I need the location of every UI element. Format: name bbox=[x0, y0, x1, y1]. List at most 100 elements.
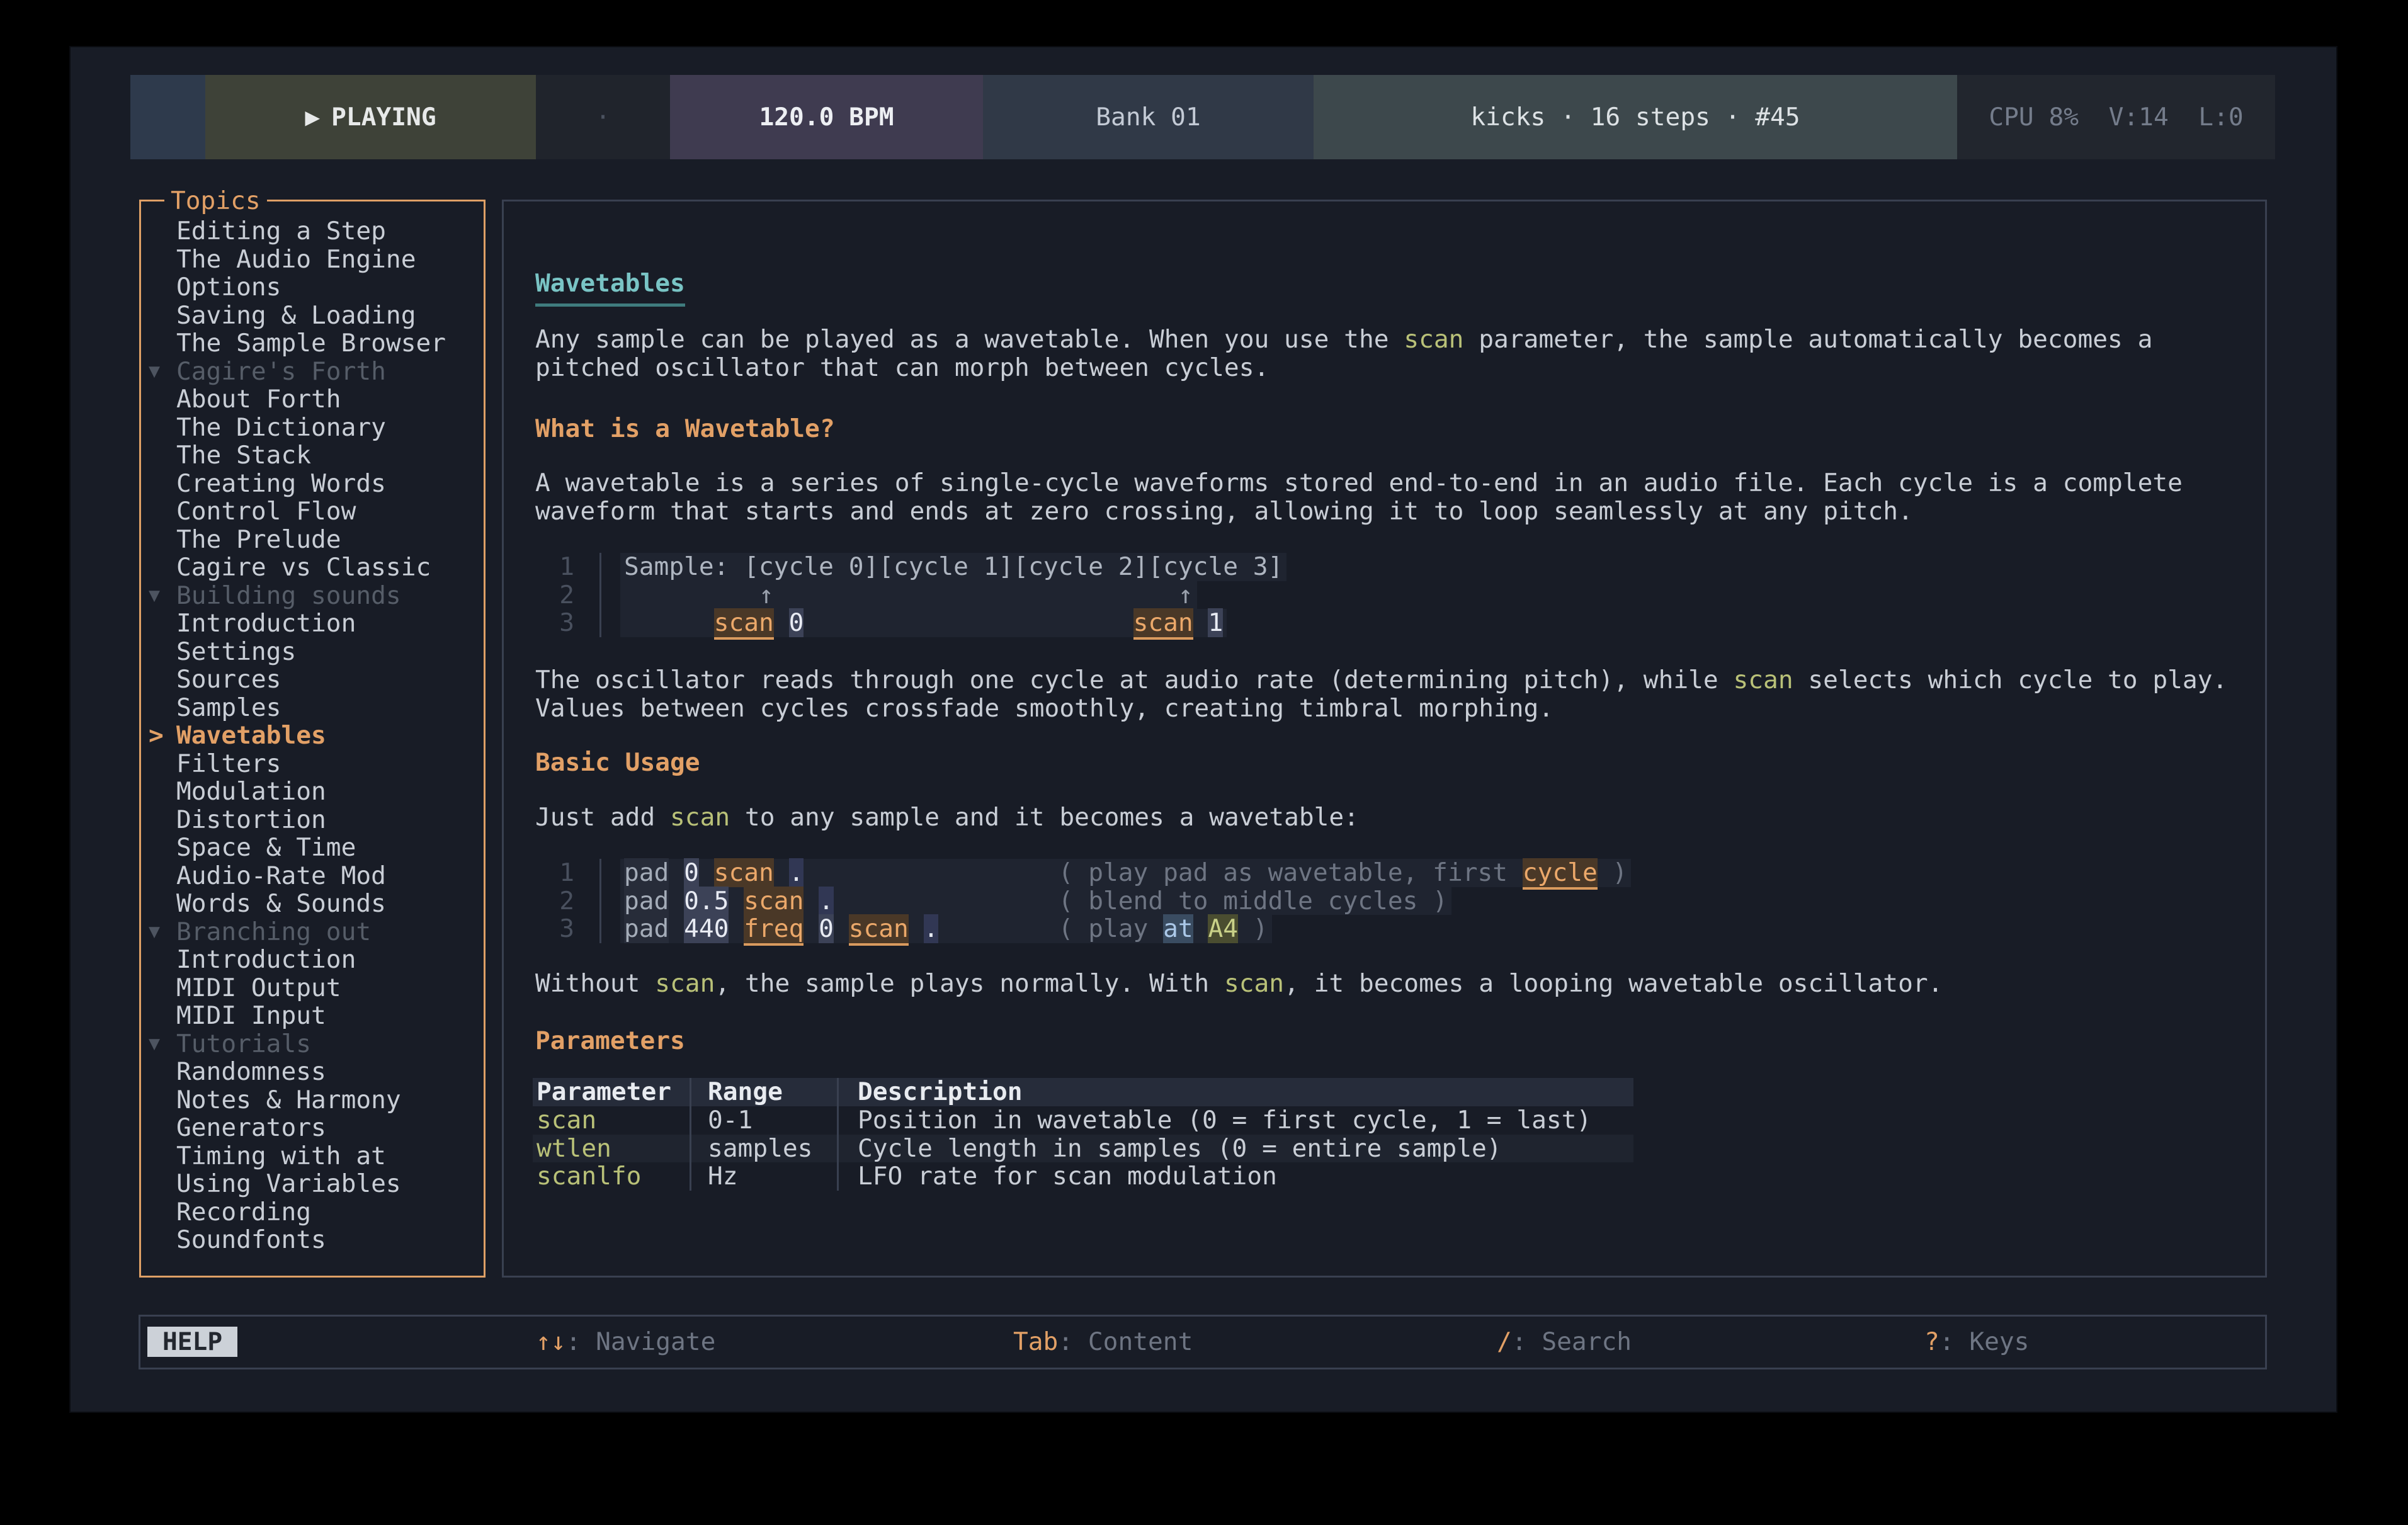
sidebar-item-sources[interactable]: Sources bbox=[141, 666, 484, 694]
item-label: Settings bbox=[176, 637, 296, 666]
sidebar-item-the-sample-browser[interactable]: The Sample Browser bbox=[141, 329, 484, 358]
cell-description: LFO rate for scan modulation bbox=[839, 1162, 1633, 1191]
top-bar: ▶PLAYING · 120.0 BPM Bank 01 kicks · 16 … bbox=[130, 75, 2275, 159]
sidebar-item-filters[interactable]: Filters bbox=[141, 750, 484, 778]
sidebar-section-tutorials[interactable]: ▼Tutorials bbox=[141, 1030, 484, 1058]
item-label: Saving & Loading bbox=[176, 301, 416, 330]
bank-display[interactable]: Bank 01 bbox=[983, 75, 1314, 159]
sidebar-item-creating-words[interactable]: Creating Words bbox=[141, 470, 484, 498]
line-number: 3 bbox=[535, 915, 574, 943]
sidebar-item-cagire-vs-classic[interactable]: Cagire vs Classic bbox=[141, 553, 484, 582]
sidebar-item-timing-with-at[interactable]: Timing with at bbox=[141, 1142, 484, 1171]
token-freq: freq bbox=[744, 914, 804, 946]
token-pad: pad bbox=[624, 914, 669, 943]
gutter-divider bbox=[599, 915, 601, 943]
code-line: 2 ↑ ↑ bbox=[535, 581, 1286, 609]
sidebar-item-recording[interactable]: Recording bbox=[141, 1198, 484, 1227]
sidebar-item-words-sounds[interactable]: Words & Sounds bbox=[141, 890, 484, 918]
spacer bbox=[834, 914, 849, 943]
token-number: 0.5 bbox=[684, 887, 729, 916]
transport-label: PLAYING bbox=[331, 103, 436, 132]
sidebar-item-editing-a-step[interactable]: Editing a Step bbox=[141, 217, 484, 246]
spacer bbox=[729, 887, 744, 916]
item-label: Words & Sounds bbox=[176, 889, 386, 918]
sidebar-item-using-variables[interactable]: Using Variables bbox=[141, 1170, 484, 1198]
sidebar-item-options[interactable]: Options bbox=[141, 273, 484, 302]
item-label: Editing a Step bbox=[176, 217, 386, 246]
sidebar-item-midi-input[interactable]: MIDI Input bbox=[141, 1002, 484, 1030]
sidebar-item-the-stack[interactable]: The Stack bbox=[141, 441, 484, 470]
spacer bbox=[909, 914, 924, 943]
sidebar-item-soundfonts[interactable]: Soundfonts bbox=[141, 1226, 484, 1254]
code-line: 3 scan 0 scan 1 bbox=[535, 609, 1286, 637]
sidebar-item-saving-loading[interactable]: Saving & Loading bbox=[141, 302, 484, 330]
sidebar-item-the-prelude[interactable]: The Prelude bbox=[141, 526, 484, 554]
item-label: Using Variables bbox=[176, 1169, 401, 1198]
gutter-divider bbox=[599, 887, 601, 916]
item-label: Samples bbox=[176, 693, 281, 722]
item-label: Notes & Harmony bbox=[176, 1086, 401, 1114]
system-stats: CPU 8% V:14 L:0 bbox=[1957, 75, 2275, 159]
sidebar-item-midi-output[interactable]: MIDI Output bbox=[141, 974, 484, 1002]
keyword-scan: scan bbox=[1404, 325, 1463, 354]
token-a4: A4 bbox=[1208, 914, 1238, 943]
sidebar-item-notes-harmony[interactable]: Notes & Harmony bbox=[141, 1086, 484, 1114]
sidebar-item-distortion[interactable]: Distortion bbox=[141, 806, 484, 834]
page-title: Wavetables bbox=[535, 269, 685, 307]
sidebar-item-audio-rate-mod[interactable]: Audio-Rate Mod bbox=[141, 862, 484, 890]
text: A wavetable is a series of single-cycle … bbox=[535, 468, 2183, 526]
mode-badge: HELP bbox=[147, 1327, 237, 1357]
token-number: 0 bbox=[684, 858, 699, 887]
sidebar-item-the-dictionary[interactable]: The Dictionary bbox=[141, 414, 484, 442]
table-header-row: ParameterRangeDescription bbox=[533, 1078, 1633, 1106]
sidebar-item-samples[interactable]: Samples bbox=[141, 694, 484, 722]
spacer bbox=[669, 858, 684, 887]
sidebar-item-generators[interactable]: Generators bbox=[141, 1114, 484, 1142]
parameters-table: ParameterRangeDescription scan0-1Positio… bbox=[533, 1078, 1633, 1191]
code-block-usage: 1pad 0 scan . ( play pad as wavetable, f… bbox=[535, 859, 1631, 943]
gutter-divider bbox=[599, 859, 601, 887]
bpm-display[interactable]: 120.0 BPM bbox=[670, 75, 983, 159]
sidebar-item-wavetables-selected[interactable]: >Wavetables bbox=[141, 722, 484, 750]
sidebar-item-space-time[interactable]: Space & Time bbox=[141, 834, 484, 862]
sidebar-section-cagires-forth[interactable]: ▼Cagire's Forth bbox=[141, 358, 484, 386]
heading-parameters: Parameters bbox=[535, 1026, 685, 1055]
status-bar: HELP ↑↓: Navigate Tab: Content /: Search… bbox=[139, 1315, 2267, 1369]
sidebar-item-settings[interactable]: Settings bbox=[141, 638, 484, 666]
sidebar-item-modulation[interactable]: Modulation bbox=[141, 778, 484, 806]
track-info[interactable]: kicks · 16 steps · #45 bbox=[1314, 75, 1957, 159]
sidebar-item-introduction-branching[interactable]: Introduction bbox=[141, 946, 484, 974]
sidebar-item-about-forth[interactable]: About Forth bbox=[141, 385, 484, 414]
sidebar-item-control-flow[interactable]: Control Flow bbox=[141, 497, 484, 526]
sidebar-item-introduction-building[interactable]: Introduction bbox=[141, 609, 484, 638]
heading-what-is-a-wavetable: What is a Wavetable? bbox=[535, 414, 835, 443]
line-number: 1 bbox=[535, 553, 574, 581]
item-label: Options bbox=[176, 273, 281, 302]
item-label: The Stack bbox=[176, 441, 311, 470]
transport-status[interactable]: ▶PLAYING bbox=[205, 75, 536, 159]
item-label: About Forth bbox=[176, 385, 341, 414]
item-label: The Dictionary bbox=[176, 413, 386, 442]
topbar-separator: · bbox=[536, 75, 670, 159]
item-label: Generators bbox=[176, 1113, 326, 1142]
sidebar-item-the-audio-engine[interactable]: The Audio Engine bbox=[141, 246, 484, 274]
item-label: Creating Words bbox=[176, 469, 386, 498]
sidebar-item-randomness[interactable]: Randomness bbox=[141, 1058, 484, 1086]
item-label: Control Flow bbox=[176, 497, 356, 526]
spacer bbox=[699, 858, 714, 887]
sidebar-section-branching-out[interactable]: ▼Branching out bbox=[141, 918, 484, 946]
selected-marker: > bbox=[149, 722, 164, 750]
topics-panel: Topics Editing a Step The Audio Engine O… bbox=[139, 200, 486, 1278]
token-scan: scan bbox=[714, 858, 774, 890]
spacer bbox=[774, 858, 789, 887]
token-dot: . bbox=[819, 887, 834, 916]
line-number: 2 bbox=[535, 887, 574, 916]
table-row: scan0-1Position in wavetable (0 = first … bbox=[533, 1106, 1633, 1135]
token-dot: . bbox=[924, 914, 939, 943]
gutter-divider bbox=[599, 553, 601, 581]
spacer bbox=[774, 608, 789, 637]
content-panel[interactable]: Wavetables Any sample can be played as a… bbox=[502, 200, 2267, 1278]
paragraph-intro: Any sample can be played as a wavetable.… bbox=[535, 326, 2152, 382]
sidebar-section-building-sounds[interactable]: ▼Building sounds bbox=[141, 582, 484, 610]
paragraph-definition: A wavetable is a series of single-cycle … bbox=[535, 469, 2183, 526]
